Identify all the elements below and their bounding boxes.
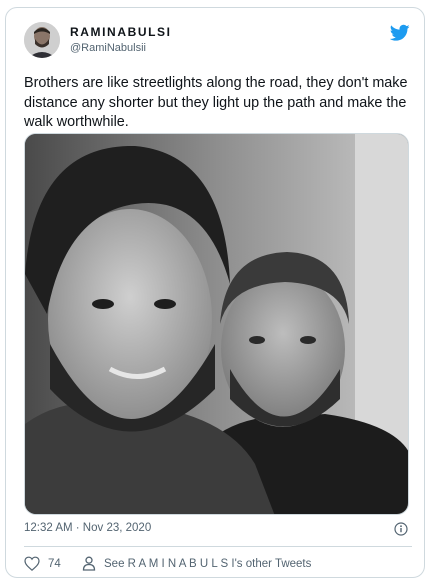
tweet-photo[interactable] [24, 133, 409, 515]
tweet-header: RAMINABULSI @RamiNabulsii [24, 22, 410, 62]
divider [24, 546, 412, 547]
like-count: 74 [48, 557, 61, 570]
heart-icon [24, 556, 40, 571]
see-other-tweets-link[interactable]: See R A M I N A B U L S I's other Tweets [82, 556, 311, 571]
like-button[interactable]: 74 [24, 556, 61, 571]
display-name[interactable]: RAMINABULSI [70, 25, 172, 39]
avatar[interactable] [24, 22, 60, 58]
info-icon[interactable] [394, 522, 408, 536]
tweet-meta: 12:32 AM · Nov 23, 2020 [24, 522, 410, 538]
tweet-card: RAMINABULSI @RamiNabulsii Brothers are l… [5, 7, 425, 578]
user-handle[interactable]: @RamiNabulsii [70, 42, 146, 54]
person-icon [82, 556, 96, 571]
see-other-tweets-label: See R A M I N A B U L S I's other Tweets [104, 557, 312, 570]
tweet-timestamp[interactable]: 12:32 AM · Nov 23, 2020 [24, 522, 151, 534]
tweet-actions: 74 See R A M I N A B U L S I's other Twe… [24, 556, 410, 574]
tweet-text: Brothers are like streetlights along the… [24, 75, 408, 130]
twitter-bird-icon[interactable] [390, 24, 410, 42]
